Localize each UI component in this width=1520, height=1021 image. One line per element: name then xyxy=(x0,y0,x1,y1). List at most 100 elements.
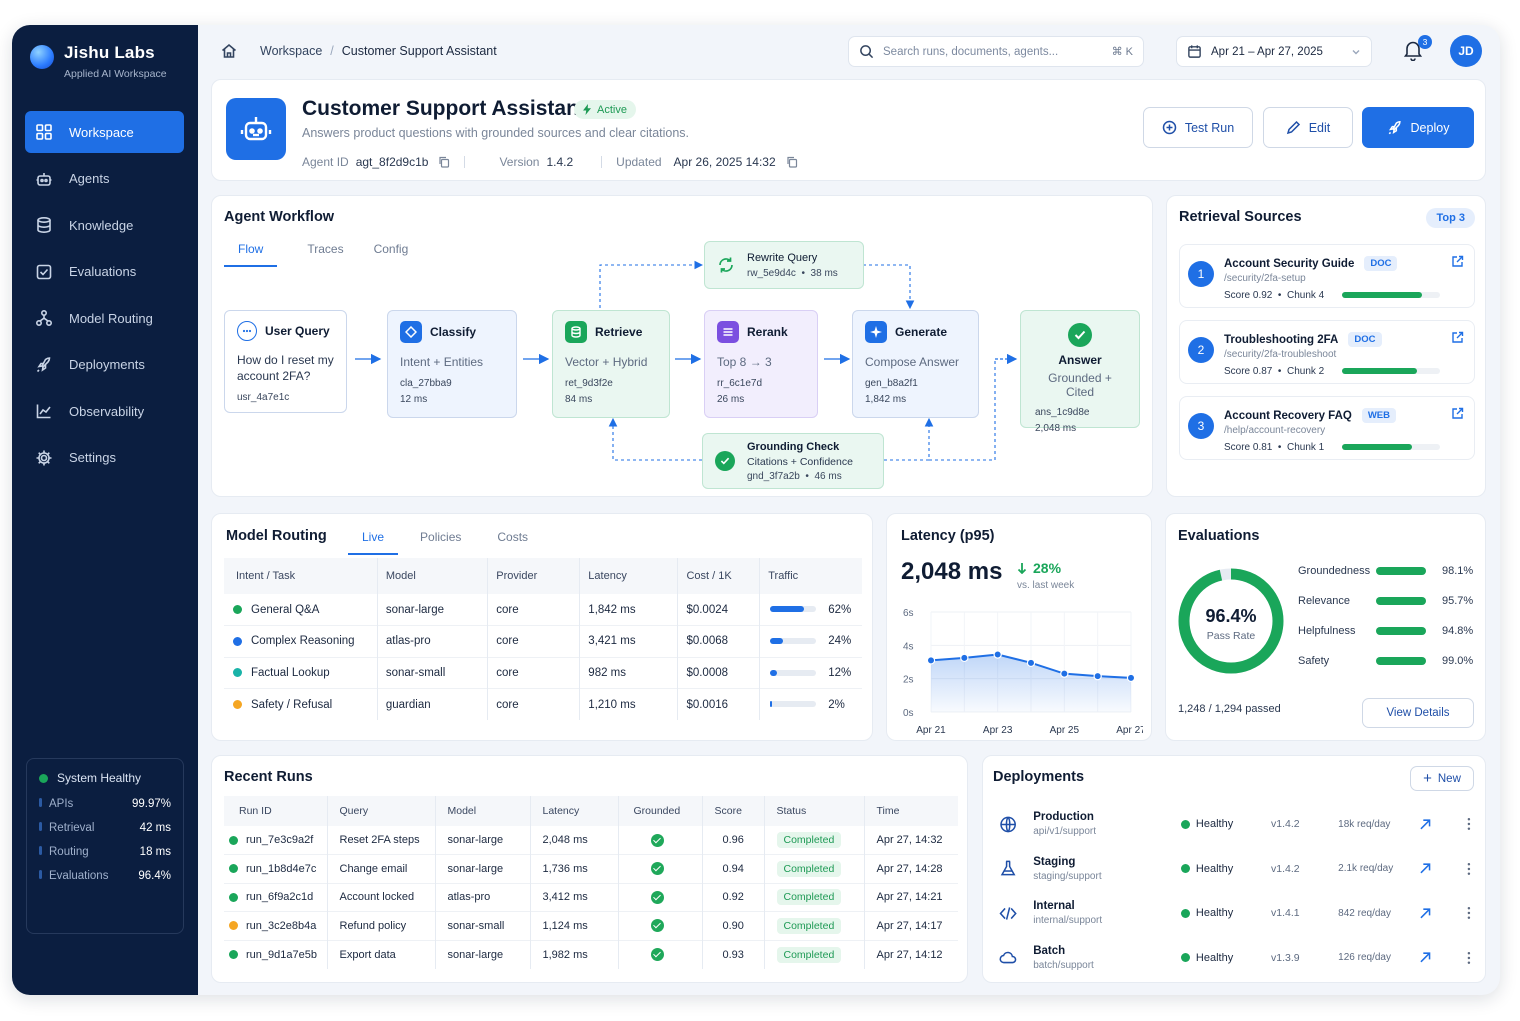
more-vertical-icon[interactable] xyxy=(1467,906,1471,920)
source-score-fill xyxy=(1342,444,1412,450)
test-run-button[interactable]: Test Run xyxy=(1143,107,1253,148)
node-title: Answer xyxy=(1058,353,1102,367)
app-window: Jishu Labs Applied AI Workspace Workspac… xyxy=(12,25,1500,995)
external-link-icon[interactable] xyxy=(1451,255,1464,268)
deployment-row[interactable]: Internal internal/support Healthy v1.4.1 842… xyxy=(995,893,1471,933)
data-point[interactable] xyxy=(1126,673,1136,683)
cell-query: Reset 2FA steps xyxy=(327,826,436,855)
deployment-status: Healthy xyxy=(1180,952,1271,964)
sidebar-item-evaluations[interactable]: Evaluations xyxy=(25,251,184,293)
deployment-version: v1.4.1 xyxy=(1271,907,1300,919)
sidebar-item-workspace[interactable]: Workspace xyxy=(25,111,184,153)
open-arrow-icon[interactable] xyxy=(1419,951,1431,964)
source-item[interactable]: 1 Account Security Guide DOC/security/2fa-… xyxy=(1179,244,1475,308)
tab-costs[interactable]: Costs xyxy=(497,530,528,555)
button-label: Deploy xyxy=(1410,120,1450,135)
source-title-row: Account Security Guide DOC xyxy=(1224,256,1398,271)
x-tick-label: Apr 23 xyxy=(983,725,1013,736)
copy-icon[interactable] xyxy=(786,156,798,168)
external-link-icon[interactable] xyxy=(1451,407,1464,420)
page-title: Customer Support Assistant xyxy=(302,97,586,120)
date-range-value: Apr 21 – Apr 27, 2025 xyxy=(1211,45,1323,58)
deployment-name: Batch xyxy=(1033,944,1066,957)
table-row[interactable]: run_9d1a7e5b Export data sonar-large 1,982 … xyxy=(224,940,958,969)
date-range-picker[interactable]: Apr 21 – Apr 27, 2025 xyxy=(1176,36,1372,67)
view-details-button[interactable]: View Details xyxy=(1362,698,1474,728)
deployment-row[interactable]: Production api/v1/support Healthy v1.4.2 18k… xyxy=(995,804,1471,844)
node-rewrite-query[interactable]: Rewrite Query rw_5e9d4c • 38 ms xyxy=(704,241,864,289)
table-row[interactable]: General Q&A sonar-large core 1,842 ms $0.002… xyxy=(224,594,862,626)
user-avatar[interactable]: JD xyxy=(1450,35,1482,67)
node-user-query[interactable]: User Query How do I reset my account 2FA… xyxy=(224,310,347,413)
deployment-name: Internal xyxy=(1033,900,1075,912)
deployment-status: Healthy xyxy=(1180,818,1271,830)
node-grounding-check[interactable]: Grounding Check Citations + Confidence g… xyxy=(702,433,884,489)
deployment-name: Staging xyxy=(1033,855,1076,868)
new-deployment-button[interactable]: + New xyxy=(1410,766,1474,791)
data-point[interactable] xyxy=(993,650,1002,659)
list-icon xyxy=(717,321,739,343)
refresh-icon xyxy=(719,257,733,273)
cell-latency: 2,048 ms xyxy=(530,826,619,855)
version-value: 1.4.2 xyxy=(546,155,574,169)
copy-icon[interactable] xyxy=(438,156,450,168)
open-arrow-icon[interactable] xyxy=(1419,818,1431,831)
node-classify[interactable]: Classify Intent + Entities cla_27bba9 12… xyxy=(387,310,517,418)
external-link-icon[interactable] xyxy=(1451,331,1464,344)
tab-policies[interactable]: Policies xyxy=(420,530,461,555)
source-item[interactable]: 3 Account Recovery FAQ WEB/help/account-re… xyxy=(1179,396,1475,460)
more-vertical-icon[interactable] xyxy=(1467,862,1471,876)
table-row[interactable]: run_7e3c9a2f Reset 2FA steps sonar-large 2,… xyxy=(224,826,958,855)
status-badge: Completed xyxy=(776,860,842,877)
deployment-traffic: 2.1k req/day xyxy=(1338,863,1394,874)
sidebar-item-knowledge[interactable]: Knowledge xyxy=(25,204,184,246)
search-input[interactable]: Search runs, documents, agents... ⌘ K xyxy=(848,36,1144,67)
sidebar-item-agents[interactable]: Agents xyxy=(25,158,184,200)
node-text: Compose Answer xyxy=(865,355,960,369)
home-icon[interactable] xyxy=(220,42,238,60)
health-row-apis: APIs 99.97% xyxy=(39,798,171,810)
eval-row-helpfulness: Helpfulness 94.8% xyxy=(1298,625,1474,637)
data-point[interactable] xyxy=(1026,658,1036,668)
table-row[interactable]: run_1b8d4e7c Change email sonar-large 1,736… xyxy=(224,854,958,883)
deployment-row[interactable]: Batch batch/support Healthy v1.3.9 126 req/d… xyxy=(995,938,1471,978)
search-shortcut: ⌘ K xyxy=(1111,46,1133,58)
open-arrow-icon[interactable] xyxy=(1419,907,1431,920)
source-item[interactable]: 2 Troubleshooting 2FA DOC/security/2fa-tro… xyxy=(1179,320,1475,384)
cell-cost: $0.0016 xyxy=(677,688,761,720)
updated-value: Apr 26, 2025 14:32 xyxy=(673,155,776,169)
cell-run-id: run_1b8d4e7c xyxy=(224,854,328,883)
deployment-row[interactable]: Staging staging/support Healthy v1.4.2 2.1k … xyxy=(995,849,1471,889)
data-point[interactable] xyxy=(1060,669,1069,678)
breadcrumb-workspace[interactable]: Workspace xyxy=(260,44,322,58)
table-row[interactable]: Complex Reasoning atlas-pro core 3,421 ms $0… xyxy=(224,625,862,657)
data-point[interactable] xyxy=(926,656,936,665)
node-rerank[interactable]: Rerank Top 8 → 3 rr_6c1e7d 26 ms xyxy=(704,310,818,418)
open-arrow-icon[interactable] xyxy=(1419,862,1431,875)
sidebar-item-observability[interactable]: Observability xyxy=(25,390,184,432)
node-generate[interactable]: Generate Compose Answer gen_b8a2f1 1,842… xyxy=(852,310,979,418)
brand-logo xyxy=(30,45,54,69)
table-row[interactable]: run_6f9a2c1d Account locked atlas-pro 3,412… xyxy=(224,883,958,912)
sidebar-item-model-routing[interactable]: Model Routing xyxy=(25,297,184,339)
node-answer[interactable]: Answer Grounded + Cited ans_1c9d8e 2,048… xyxy=(1020,310,1140,434)
deploy-button[interactable]: Deploy xyxy=(1362,107,1474,148)
node-meta: gnd_3f7a2b • 46 ms xyxy=(747,470,842,482)
more-vertical-icon[interactable] xyxy=(1467,817,1471,831)
table-row[interactable]: Factual Lookup sonar-small core 982 ms $0.00… xyxy=(224,657,862,689)
edit-button[interactable]: Edit xyxy=(1263,107,1353,148)
cell-grounded xyxy=(618,826,703,855)
data-point[interactable] xyxy=(960,653,969,663)
tab-live[interactable]: Live xyxy=(348,530,399,555)
health-dot xyxy=(39,773,48,783)
sidebar-item-settings[interactable]: Settings xyxy=(25,437,184,479)
sidebar-item-label: Workspace xyxy=(69,124,134,140)
table-row[interactable]: run_3c2e8b4a Refund policy sonar-small 1,12… xyxy=(224,911,958,940)
table-row[interactable]: Safety / Refusal guardian core 1,210 ms $0.0… xyxy=(224,688,862,720)
sidebar-item-deployments[interactable]: Deployments xyxy=(25,344,184,386)
cell-status: Completed xyxy=(764,940,865,969)
data-point[interactable] xyxy=(1093,671,1102,681)
more-vertical-icon[interactable] xyxy=(1467,951,1471,965)
node-meta: rw_5e9d4c • 38 ms xyxy=(747,267,838,279)
node-retrieve[interactable]: Retrieve Vector + Hybrid ret_9d3f2e 84 m… xyxy=(552,310,670,418)
